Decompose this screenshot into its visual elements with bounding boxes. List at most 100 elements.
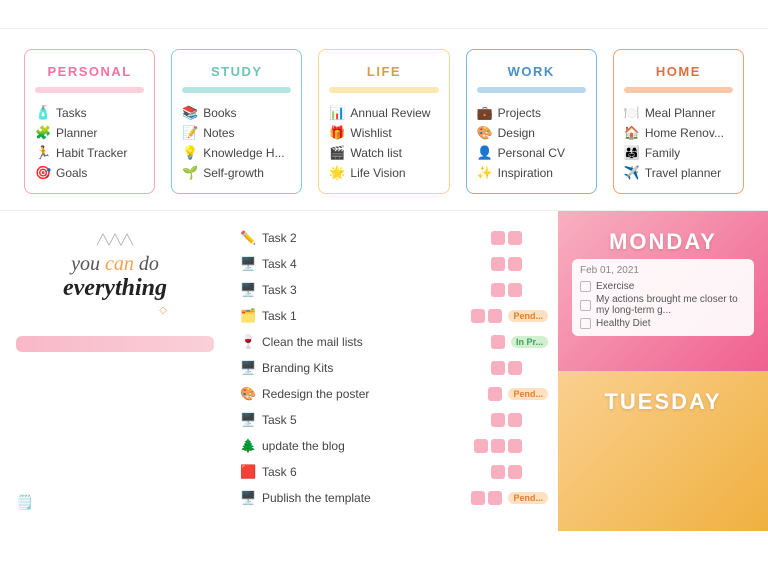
checkbox[interactable] [580, 318, 591, 329]
checkbox[interactable] [580, 281, 591, 292]
item-emoji-icon: 💼 [477, 105, 493, 121]
list-item[interactable]: 🏃Habit Tracker [35, 143, 144, 163]
list-item[interactable]: 📚Books [182, 103, 291, 123]
task-icon: 🖥️ [240, 490, 256, 506]
task-tags [491, 335, 505, 349]
left-panel: ╱╲╱╲╱╲ you can do everything ◇ 🗒️ [0, 211, 230, 531]
category-divider-study [182, 87, 291, 93]
task-tags [491, 361, 522, 375]
list-item[interactable]: ✨ Inspiration [477, 163, 586, 183]
publish-icon: 🗒️ [16, 494, 33, 511]
tag [471, 491, 485, 505]
category-divider-home [624, 87, 733, 93]
table-row[interactable]: 🍷Clean the mail listsIn Pr... [238, 331, 550, 353]
day-card-monday: MONDAY Feb 01, 2021 ExerciseMy actions bro… [558, 211, 768, 371]
right-panel: MONDAY Feb 01, 2021 ExerciseMy actions bro… [558, 211, 768, 531]
top-section: PERSONAL🧴Tasks🧩Planner🏃Habit Tracker🎯Goa… [0, 29, 768, 211]
day-check-item[interactable]: Healthy Diet [580, 317, 746, 330]
tag [491, 283, 505, 297]
category-card-life[interactable]: LIFE📊Annual Review🎁Wishlist🎬Watch list🌟L… [318, 49, 449, 194]
list-item[interactable]: 💡Knowledge H... [182, 143, 291, 163]
tag [508, 439, 522, 453]
tag [508, 231, 522, 245]
day-name-monday: MONDAY [572, 221, 754, 259]
table-row[interactable]: 🌲update the blog [238, 435, 550, 457]
item-label: Books [203, 106, 236, 120]
tag [488, 309, 502, 323]
table-row[interactable]: 🖥️Task 3 [238, 279, 550, 301]
item-label: Knowledge H... [203, 146, 284, 160]
task-list: ✏️Task 2 🖥️Task 4 🖥️Task 3 🗂️Task 1Pend... 🍷… [238, 227, 550, 509]
list-item[interactable]: 📊Annual Review [329, 103, 438, 123]
list-item[interactable]: 🎯 Goals [35, 163, 144, 183]
task-tags [474, 439, 522, 453]
category-divider-life [329, 87, 438, 93]
tag [488, 491, 502, 505]
category-title-study: STUDY [182, 58, 291, 87]
table-row[interactable]: ✏️Task 2 [238, 227, 550, 249]
list-item[interactable]: 🧩Planner [35, 123, 144, 143]
table-row[interactable]: 🖥️Task 4 [238, 253, 550, 275]
table-row[interactable]: 🗂️Task 1Pend... [238, 305, 550, 327]
item-label: Home Renov... [645, 126, 724, 140]
list-item[interactable]: 🎬 Watch list [329, 143, 438, 163]
category-card-work[interactable]: WORK💼Projects🎨Design👤Personal CV✨Inspira… [466, 49, 597, 194]
list-item[interactable]: 👨‍👩‍👧 Family [624, 143, 733, 163]
category-card-study[interactable]: STUDY 📚Books📝Notes💡Knowledge H...🌱Self-gr… [171, 49, 302, 194]
list-item[interactable]: ✈️Travel planner [624, 163, 733, 183]
table-row[interactable]: 🖥️Branding Kits [238, 357, 550, 379]
tag [491, 413, 505, 427]
table-row[interactable]: 🎨Redesign the posterPend... [238, 383, 550, 405]
item-label: Watch list [350, 146, 402, 160]
item-label: Inspiration [498, 166, 553, 180]
item-emoji-icon: 🧴 [35, 105, 51, 121]
day-date: Feb 01, 2021 [580, 265, 746, 276]
tag [471, 309, 485, 323]
tag [491, 361, 505, 375]
list-item[interactable]: 🧴Tasks [35, 103, 144, 123]
day-card-tuesday: TUESDAY [558, 371, 768, 531]
task-icon: 🗂️ [240, 308, 256, 324]
status-badge: Pend... [508, 492, 548, 504]
list-item[interactable]: 🍽️Meal Planner [624, 103, 733, 123]
status-badge: Pend... [508, 388, 548, 400]
list-item[interactable]: 🎨Design [477, 123, 586, 143]
item-emoji-icon: 👨‍👩‍👧 [624, 145, 640, 161]
day-check-item[interactable]: My actions brought me closer to my long-… [580, 293, 746, 317]
task-tags [491, 465, 522, 479]
category-card-home[interactable]: HOME🍽️Meal Planner🏠Home Renov...👨‍👩‍👧Fam… [613, 49, 744, 194]
check-label: Healthy Diet [596, 318, 650, 329]
item-label: Meal Planner [645, 106, 716, 120]
list-item[interactable]: 🏠Home Renov... [624, 123, 733, 143]
table-row[interactable]: 🟥Task 6 [238, 461, 550, 483]
item-label: Self-growth [203, 166, 264, 180]
tag [508, 361, 522, 375]
tag [508, 257, 522, 271]
middle-panel: ✏️Task 2 🖥️Task 4 🖥️Task 3 🗂️Task 1Pend... 🍷… [230, 211, 558, 531]
table-row[interactable]: 🖥️Task 5 [238, 409, 550, 431]
tag [474, 439, 488, 453]
list-item[interactable]: 🌟Life Vision [329, 163, 438, 183]
item-label: Goals [56, 166, 87, 180]
item-label: Family [645, 146, 680, 160]
item-emoji-icon: 🎯 [35, 165, 51, 181]
day-check-item[interactable]: Exercise [580, 280, 746, 293]
tag [491, 231, 505, 245]
check-label: Exercise [596, 281, 634, 292]
checkbox[interactable] [580, 300, 591, 311]
item-emoji-icon: 📊 [329, 105, 345, 121]
item-emoji-icon: ✨ [477, 165, 493, 181]
item-emoji-icon: 🎬 [329, 145, 345, 161]
publish-template-item[interactable]: 🗒️ [16, 486, 214, 511]
list-item[interactable]: 👤Personal CV [477, 143, 586, 163]
tag [491, 465, 505, 479]
list-item[interactable]: 💼Projects [477, 103, 586, 123]
list-item[interactable]: 🎁Wishlist [329, 123, 438, 143]
item-emoji-icon: 📝 [182, 125, 198, 141]
category-card-personal[interactable]: PERSONAL🧴Tasks🧩Planner🏃Habit Tracker🎯Goa… [24, 49, 155, 194]
list-item[interactable]: 📝Notes [182, 123, 291, 143]
table-row[interactable]: 🖥️Publish the templatePend... [238, 487, 550, 509]
tag [508, 413, 522, 427]
task-tags [491, 283, 522, 297]
list-item[interactable]: 🌱Self-growth [182, 163, 291, 183]
